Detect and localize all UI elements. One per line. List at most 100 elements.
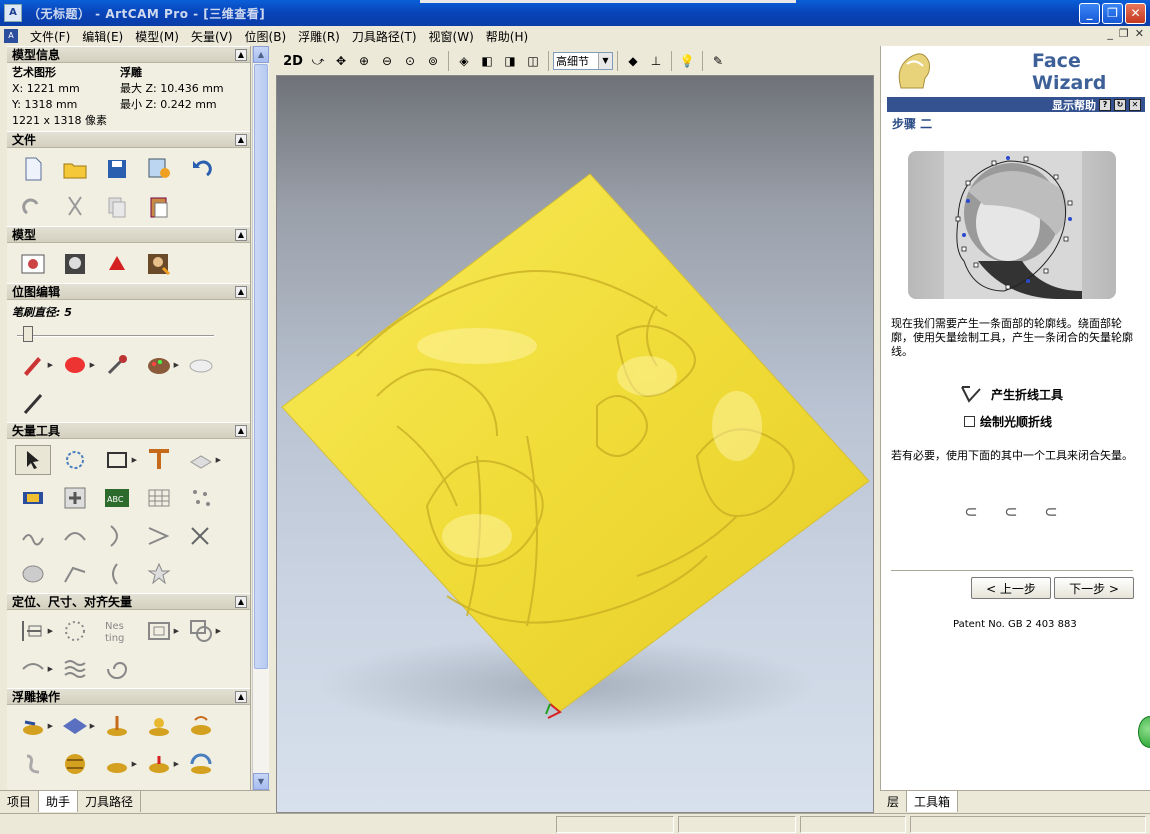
pen-icon[interactable] (15, 388, 51, 418)
polyline-icon[interactable] (141, 521, 177, 551)
smooth-curve-icon[interactable] (15, 521, 51, 551)
add-vector-icon[interactable] (57, 483, 93, 513)
section-model-info[interactable]: 模型信息 ▲ (7, 46, 250, 63)
extrude-icon[interactable] (99, 711, 135, 741)
zoom-previous-icon[interactable]: ⊚ (422, 50, 444, 72)
zoom-in-icon[interactable]: ⊕ (353, 50, 375, 72)
section-model[interactable]: 模型 ▲ (7, 226, 250, 243)
collapse-icon[interactable]: ▲ (235, 228, 247, 241)
swan-icon[interactable] (15, 749, 51, 779)
redo-icon[interactable] (15, 192, 51, 222)
light-bulb-icon[interactable]: 💡 (676, 50, 698, 72)
tab-layers[interactable]: 层 (880, 791, 908, 812)
align-icon[interactable]: ▶ (15, 616, 53, 646)
new-file-icon[interactable] (15, 154, 51, 184)
bitmap-to-vector-icon[interactable]: ABC (99, 483, 135, 513)
collapse-icon[interactable]: ▲ (235, 48, 247, 61)
spin-icon[interactable] (141, 711, 177, 741)
collapse-icon[interactable]: ▲ (235, 424, 247, 437)
collapse-icon[interactable]: ▲ (235, 690, 247, 703)
vector-layer-icon[interactable]: ▶ (183, 445, 221, 475)
menu-bitmap[interactable]: 位图(B) (239, 28, 293, 45)
left-scrollbar[interactable]: ▲ ▼ (252, 46, 269, 790)
palette-icon[interactable]: ▶ (141, 350, 179, 380)
close-with-line-icon[interactable]: ⊂ (959, 502, 983, 524)
smooth-polyline-checkbox[interactable]: 绘制光顺折线 (964, 413, 1052, 430)
profile-icon[interactable] (99, 559, 135, 589)
collapse-icon[interactable]: ▲ (235, 133, 247, 146)
2d-view-button[interactable]: 2D (280, 50, 306, 72)
mdi-minimize-icon[interactable]: _ (1107, 27, 1113, 40)
side-view-icon[interactable]: ◨ (499, 50, 521, 72)
circle-dots-icon[interactable] (57, 616, 93, 646)
turn-icon[interactable] (183, 711, 219, 741)
menu-toolpath[interactable]: 刀具路径(T) (346, 28, 423, 45)
nodes-icon[interactable] (15, 483, 51, 513)
scroll-down-icon[interactable]: ▼ (253, 773, 269, 790)
wrap-icon[interactable]: ▶ (15, 654, 53, 684)
zoom-out-icon[interactable]: ⊖ (376, 50, 398, 72)
rotate-icon[interactable]: ⤻ (307, 50, 329, 72)
import-icon[interactable] (141, 154, 177, 184)
reset-relief-icon[interactable] (183, 749, 219, 779)
spiral-icon[interactable] (99, 654, 135, 684)
axes-icon[interactable]: ⊥ (645, 50, 667, 72)
block-copy-icon[interactable]: ▶ (141, 616, 179, 646)
collapse-icon[interactable]: ▲ (235, 595, 247, 608)
cloud-icon[interactable] (183, 350, 219, 380)
colour-model-icon[interactable] (99, 249, 135, 279)
minimize-button[interactable]: _ (1079, 3, 1100, 24)
tab-toolbox[interactable]: 工具箱 (907, 791, 959, 812)
maximize-button[interactable]: ❐ (1102, 3, 1123, 24)
close-button[interactable]: ✕ (1125, 3, 1146, 24)
close-with-arc-icon[interactable]: ⊂ (999, 502, 1023, 524)
close-with-curve-icon[interactable]: ⊂ (1039, 502, 1063, 524)
fit-arc-icon[interactable] (57, 521, 93, 551)
cut-icon[interactable] (57, 192, 93, 222)
doc-icon[interactable]: A (4, 29, 18, 43)
menu-file[interactable]: 文件(F) (24, 28, 76, 45)
refresh-icon[interactable]: ↻ (1114, 98, 1126, 111)
grayscale-icon[interactable] (57, 249, 93, 279)
3d-viewport[interactable] (276, 75, 874, 813)
menu-edit[interactable]: 编辑(E) (76, 28, 129, 45)
show-help-label[interactable]: 显示帮助 (1052, 97, 1096, 113)
material-icon[interactable]: ✎ (707, 50, 729, 72)
spline-icon[interactable] (57, 559, 93, 589)
section-bitmap[interactable]: 位图编辑 ▲ (7, 283, 250, 300)
undo-icon[interactable] (183, 154, 219, 184)
wave-icon[interactable] (57, 654, 93, 684)
mdi-restore-icon[interactable]: ❐ (1119, 27, 1129, 40)
offset-icon[interactable] (15, 559, 51, 589)
tab-assistant[interactable]: 助手 (39, 791, 79, 812)
weave-icon[interactable] (57, 749, 93, 779)
scroll-up-icon[interactable]: ▲ (253, 46, 269, 63)
face-wizard-icon[interactable] (141, 249, 177, 279)
slider-thumb[interactable] (23, 326, 33, 342)
section-position[interactable]: 定位、尺寸、对齐矢量 ▲ (7, 593, 250, 610)
open-folder-icon[interactable] (57, 154, 93, 184)
next-step-button[interactable]: 下一步 > (1054, 577, 1134, 599)
zoom-fit-icon[interactable]: ⊙ (399, 50, 421, 72)
fill-icon[interactable]: ▶ (57, 350, 95, 380)
polyline-tool-icon[interactable] (959, 383, 983, 405)
pencil-icon[interactable]: ▶ (15, 350, 53, 380)
relief-layer-icon[interactable]: ▶ (141, 749, 179, 779)
polyline-tool-row[interactable]: 产生折线工具 (959, 383, 1063, 405)
tab-toolpaths[interactable]: 刀具路径 (78, 791, 142, 812)
detail-select[interactable]: 高细节 ▼ (553, 52, 613, 70)
menu-help[interactable]: 帮助(H) (480, 28, 534, 45)
text-tool-icon[interactable] (141, 445, 177, 475)
close-icon[interactable]: ✕ (1129, 98, 1141, 111)
tab-project[interactable]: 项目 (0, 791, 40, 812)
checkbox-box[interactable] (964, 416, 975, 427)
brush-slider[interactable] (13, 324, 244, 344)
iso-view-icon[interactable]: ◈ (453, 50, 475, 72)
scissors-icon[interactable] (183, 521, 219, 551)
scatter-nodes-icon[interactable] (183, 483, 219, 513)
bezier-icon[interactable] (99, 521, 135, 551)
paste-icon[interactable] (141, 192, 177, 222)
eyedropper-icon[interactable] (99, 350, 135, 380)
section-vector[interactable]: 矢量工具 ▲ (7, 422, 250, 439)
section-relief[interactable]: 浮雕操作 ▲ (7, 688, 250, 705)
